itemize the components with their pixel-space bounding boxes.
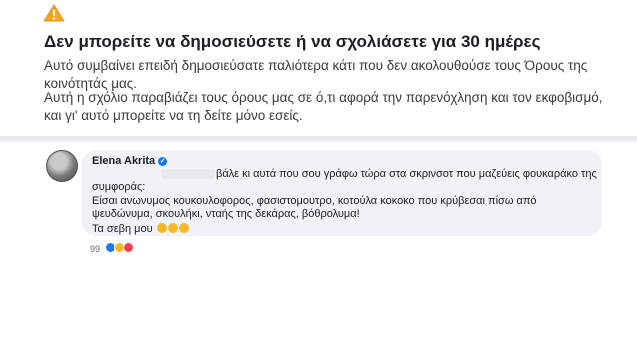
restriction-notice: Δεν μπορείτε να δημοσιεύσετε ή να σχολιά… — [40, 0, 620, 138]
redacted-mention — [162, 169, 214, 179]
notice-reason-text: Αυτό συμβαίνει επειδή δημοσιεύσατε παλιό… — [44, 58, 588, 91]
author-name[interactable]: Elena Akrita — [92, 155, 155, 167]
comment-text-line: ψευδώνυμα, σκουλήκι, νταής της δεκάρας, … — [92, 208, 360, 220]
laughing-emoji-icon — [178, 223, 189, 233]
laughing-emoji-icon — [167, 223, 178, 233]
reaction-summary[interactable]: 99 — [90, 242, 134, 254]
comment-text-line: Είσαι ανωνυμος κουκουλοφορος, φασιστομου… — [92, 195, 537, 207]
notice-policy-text: Αυτή η σχόλιο παραβιάζει τους όρους μας … — [44, 90, 603, 123]
comment-author[interactable]: Elena Akrita ✓ — [92, 155, 168, 167]
comment-card: Elena Akrita ✓ βάλε κι αυτά που σου γράφω… — [40, 142, 637, 343]
comment-closing-line: Τα σεβη μου — [92, 223, 189, 236]
notice-title: Δεν μπορείτε να δημοσιεύσετε ή να σχολιά… — [44, 32, 541, 51]
comment-bubble: Elena Akrita ✓ βάλε κι αυτά που σου γράφω… — [82, 150, 602, 236]
comment-text-line: συμφοράς: — [92, 181, 146, 193]
verified-badge-icon: ✓ — [158, 157, 168, 166]
laughing-emoji-icon — [156, 223, 167, 233]
avatar[interactable] — [46, 150, 78, 182]
love-reaction-icon — [122, 242, 134, 253]
reaction-count[interactable]: 99 — [90, 244, 100, 254]
comment-text-line: Τα σεβη μου — [92, 223, 153, 235]
warning-icon — [43, 4, 65, 22]
comment-text-line: βάλε κι αυτά που σου γράφω τώρα στα σκρι… — [216, 168, 597, 180]
